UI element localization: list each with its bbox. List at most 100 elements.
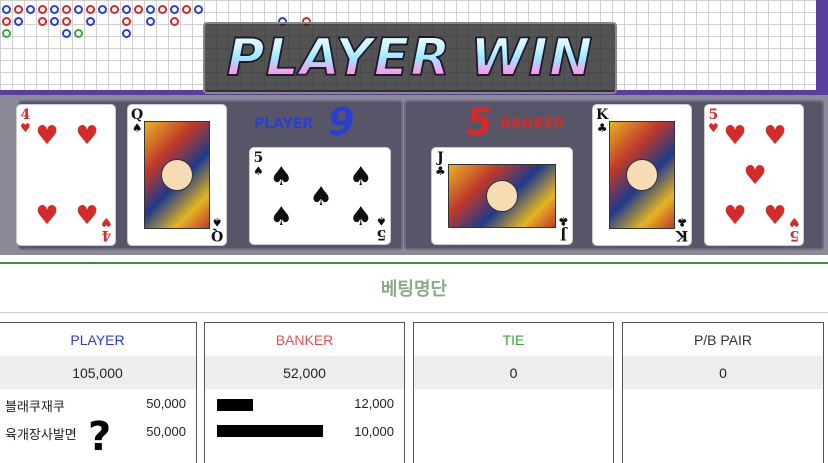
card-pip-icon: ♥ xyxy=(75,121,99,152)
road-map-mark xyxy=(86,5,95,14)
bet-amount: 10,000 xyxy=(354,424,394,439)
column-total: 0 xyxy=(623,356,823,389)
bet-column-pair: P/B PAIR 0 xyxy=(622,322,824,463)
card-suit-icon: ♠ xyxy=(253,164,264,178)
card-corner-index: K ♣ xyxy=(675,215,688,243)
card-pip-icon: ♥ xyxy=(35,200,59,231)
road-map-mark xyxy=(62,5,71,14)
result-text: PLAYER WIN xyxy=(225,27,594,89)
road-map-mark xyxy=(2,5,11,14)
redaction-bar xyxy=(217,425,323,437)
road-map-mark xyxy=(2,17,11,26)
banker-score-label: BANKER xyxy=(500,116,565,132)
card-corner-index: 4 ♥ xyxy=(20,108,31,134)
card-suit-icon: ♠ xyxy=(131,121,143,135)
court-face-icon xyxy=(626,159,658,191)
road-map-mark xyxy=(74,5,83,14)
road-map-mark xyxy=(146,17,155,26)
card-pip-icon: ♥ xyxy=(75,200,99,231)
player-score: 9 xyxy=(328,100,355,144)
card-corner-index: J ♣ xyxy=(558,214,569,242)
card-corner-index: Q ♠ xyxy=(131,108,143,134)
card-pip-icon: ♠ xyxy=(349,201,373,232)
road-map-mark xyxy=(38,17,47,26)
column-total: 0 xyxy=(414,356,613,389)
card-suit-icon: ♠ xyxy=(376,214,387,228)
bet-amount: 12,000 xyxy=(354,396,394,411)
bet-column-tie: TIE 0 xyxy=(413,322,614,463)
road-map-mark xyxy=(2,29,11,38)
column-total: 52,000 xyxy=(205,356,404,389)
road-map-mark xyxy=(122,29,131,38)
card-suit-icon: ♥ xyxy=(20,121,31,135)
road-map-mark xyxy=(158,5,167,14)
player-card: 4 ♥ 4 ♥ ♥ ♥ ♥ ♥ xyxy=(16,104,116,246)
card-rank: 5 xyxy=(789,227,800,243)
road-map-mark xyxy=(170,5,179,14)
card-corner-index: K ♣ xyxy=(596,108,608,134)
card-rank: K xyxy=(675,227,688,243)
player-card: 5 ♠ 5 ♠ ♠ ♠ ♠ ♠ ♠ xyxy=(249,147,391,245)
card-corner-index: 5 ♥ xyxy=(789,215,800,243)
card-rank: 4 xyxy=(101,227,112,243)
road-map-mark xyxy=(98,5,107,14)
road-map-mark xyxy=(182,5,191,14)
card-suit-icon: ♥ xyxy=(789,215,800,229)
road-map-mark xyxy=(194,5,203,14)
road-map-mark xyxy=(14,5,23,14)
card-suit-icon: ♣ xyxy=(558,214,569,228)
road-map-mark xyxy=(14,17,23,26)
card-suit-icon: ♠ xyxy=(211,215,223,229)
card-corner-index: Q ♠ xyxy=(211,215,223,243)
road-map-mark xyxy=(38,5,47,14)
redaction-bar xyxy=(217,399,253,411)
bettor-name: 육개장사발면 xyxy=(5,427,77,442)
bet-row: 블래쿠재쿠 50,000 xyxy=(0,389,196,417)
road-map-mark xyxy=(74,29,83,38)
road-map-mark xyxy=(50,17,59,26)
card-pip-icon: ♠ xyxy=(269,162,293,193)
card-corner-index: 4 ♥ xyxy=(101,215,112,243)
court-card-art xyxy=(144,121,210,229)
card-suit-icon: ♥ xyxy=(101,215,112,229)
bet-row: 12,000 xyxy=(205,389,404,417)
court-card-art xyxy=(448,164,556,228)
card-pip-icon: ♠ xyxy=(309,182,333,212)
card-corner-index: 5 ♠ xyxy=(253,151,264,177)
road-map-mark xyxy=(50,5,59,14)
card-suit-icon: ♣ xyxy=(676,215,688,229)
road-map-mark xyxy=(110,5,119,14)
road-map-mark xyxy=(170,17,179,26)
column-header: P/B PAIR xyxy=(693,331,753,348)
result-banner: PLAYER WIN xyxy=(203,22,617,94)
road-map-mark xyxy=(26,5,35,14)
banker-score: 5 xyxy=(466,100,493,144)
bet-column-banker: BANKER 52,000 12,000 10,000 xyxy=(204,322,405,463)
card-pip-icon: ♠ xyxy=(349,162,373,193)
card-rank: K xyxy=(596,107,609,123)
road-map-mark xyxy=(122,5,131,14)
road-map-mark xyxy=(134,5,143,14)
player-score-label: PLAYER xyxy=(254,116,314,132)
banker-card: 5 ♥ 5 ♥ ♥ ♥ ♥ ♥ ♥ xyxy=(704,104,804,246)
court-face-icon xyxy=(486,180,518,212)
card-pip-icon: ♥ xyxy=(763,200,787,231)
card-rank: Q xyxy=(131,107,144,123)
card-rank: 5 xyxy=(708,107,719,123)
column-header: TIE xyxy=(502,331,525,348)
bet-row: 10,000 xyxy=(205,417,404,445)
road-map-mark xyxy=(62,29,71,38)
question-mark-annotation: ? xyxy=(88,414,112,460)
road-map-mark xyxy=(146,5,155,14)
card-pip-icon: ♥ xyxy=(723,121,747,152)
card-suit-icon: ♣ xyxy=(596,121,608,135)
banker-card: K ♣ K ♣ xyxy=(592,104,692,246)
bet-list-title: 베팅명단 xyxy=(0,264,828,313)
bet-amount: 50,000 xyxy=(146,396,186,411)
court-face-icon xyxy=(161,159,193,191)
road-map-mark xyxy=(62,17,71,26)
card-corner-index: 5 ♥ xyxy=(708,108,719,134)
card-pip-icon: ♥ xyxy=(35,121,59,152)
card-rank: 5 xyxy=(253,150,264,166)
court-card-art xyxy=(609,121,675,229)
